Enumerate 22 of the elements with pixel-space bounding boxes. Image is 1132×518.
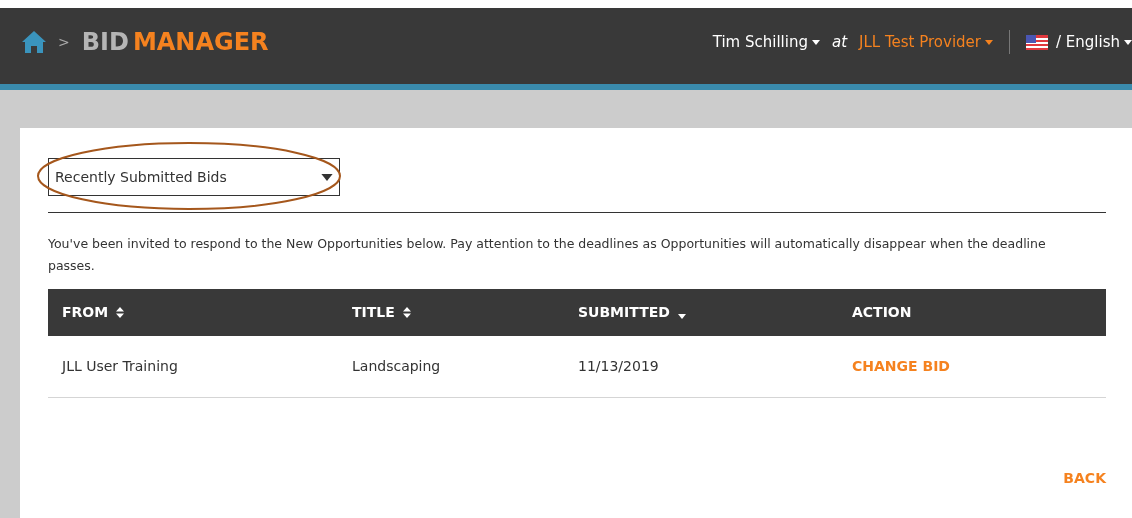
user-menu[interactable]: Tim Schilling <box>712 30 820 54</box>
app-title-prefix: BID <box>81 27 129 58</box>
column-header[interactable]: FROM <box>62 302 109 323</box>
app-title: MANAGER <box>132 27 269 58</box>
table-cell: Landscaping <box>352 358 441 374</box>
language-menu[interactable]: / English <box>1056 30 1132 54</box>
intro-text: You've been invited to respond to the New Opportunities below. Pay attention to the deadlines as Opportunities will automatically disappear when the deadline passes. <box>48 235 1047 275</box>
home-icon[interactable] <box>22 31 46 53</box>
column-header[interactable]: SUBMITTED <box>578 302 670 323</box>
table-cell: 11/13/2019 <box>578 358 659 374</box>
table-cell: JLL User Training <box>62 358 178 374</box>
caret-icon <box>985 39 993 45</box>
caret-icon <box>811 39 820 45</box>
at-label: at <box>831 31 848 53</box>
caret-icon <box>321 173 333 181</box>
caret-icon <box>1124 39 1132 45</box>
breadcrumb-separator: > <box>58 33 70 52</box>
provider-menu[interactable]: JLL Test Provider <box>859 30 993 54</box>
flag-icon <box>1026 34 1048 50</box>
bid-filter-dropdown[interactable]: Recently Submitted Bids <box>48 158 340 196</box>
column-header: ACTION <box>852 303 912 322</box>
column-header[interactable]: TITLE <box>352 302 395 323</box>
